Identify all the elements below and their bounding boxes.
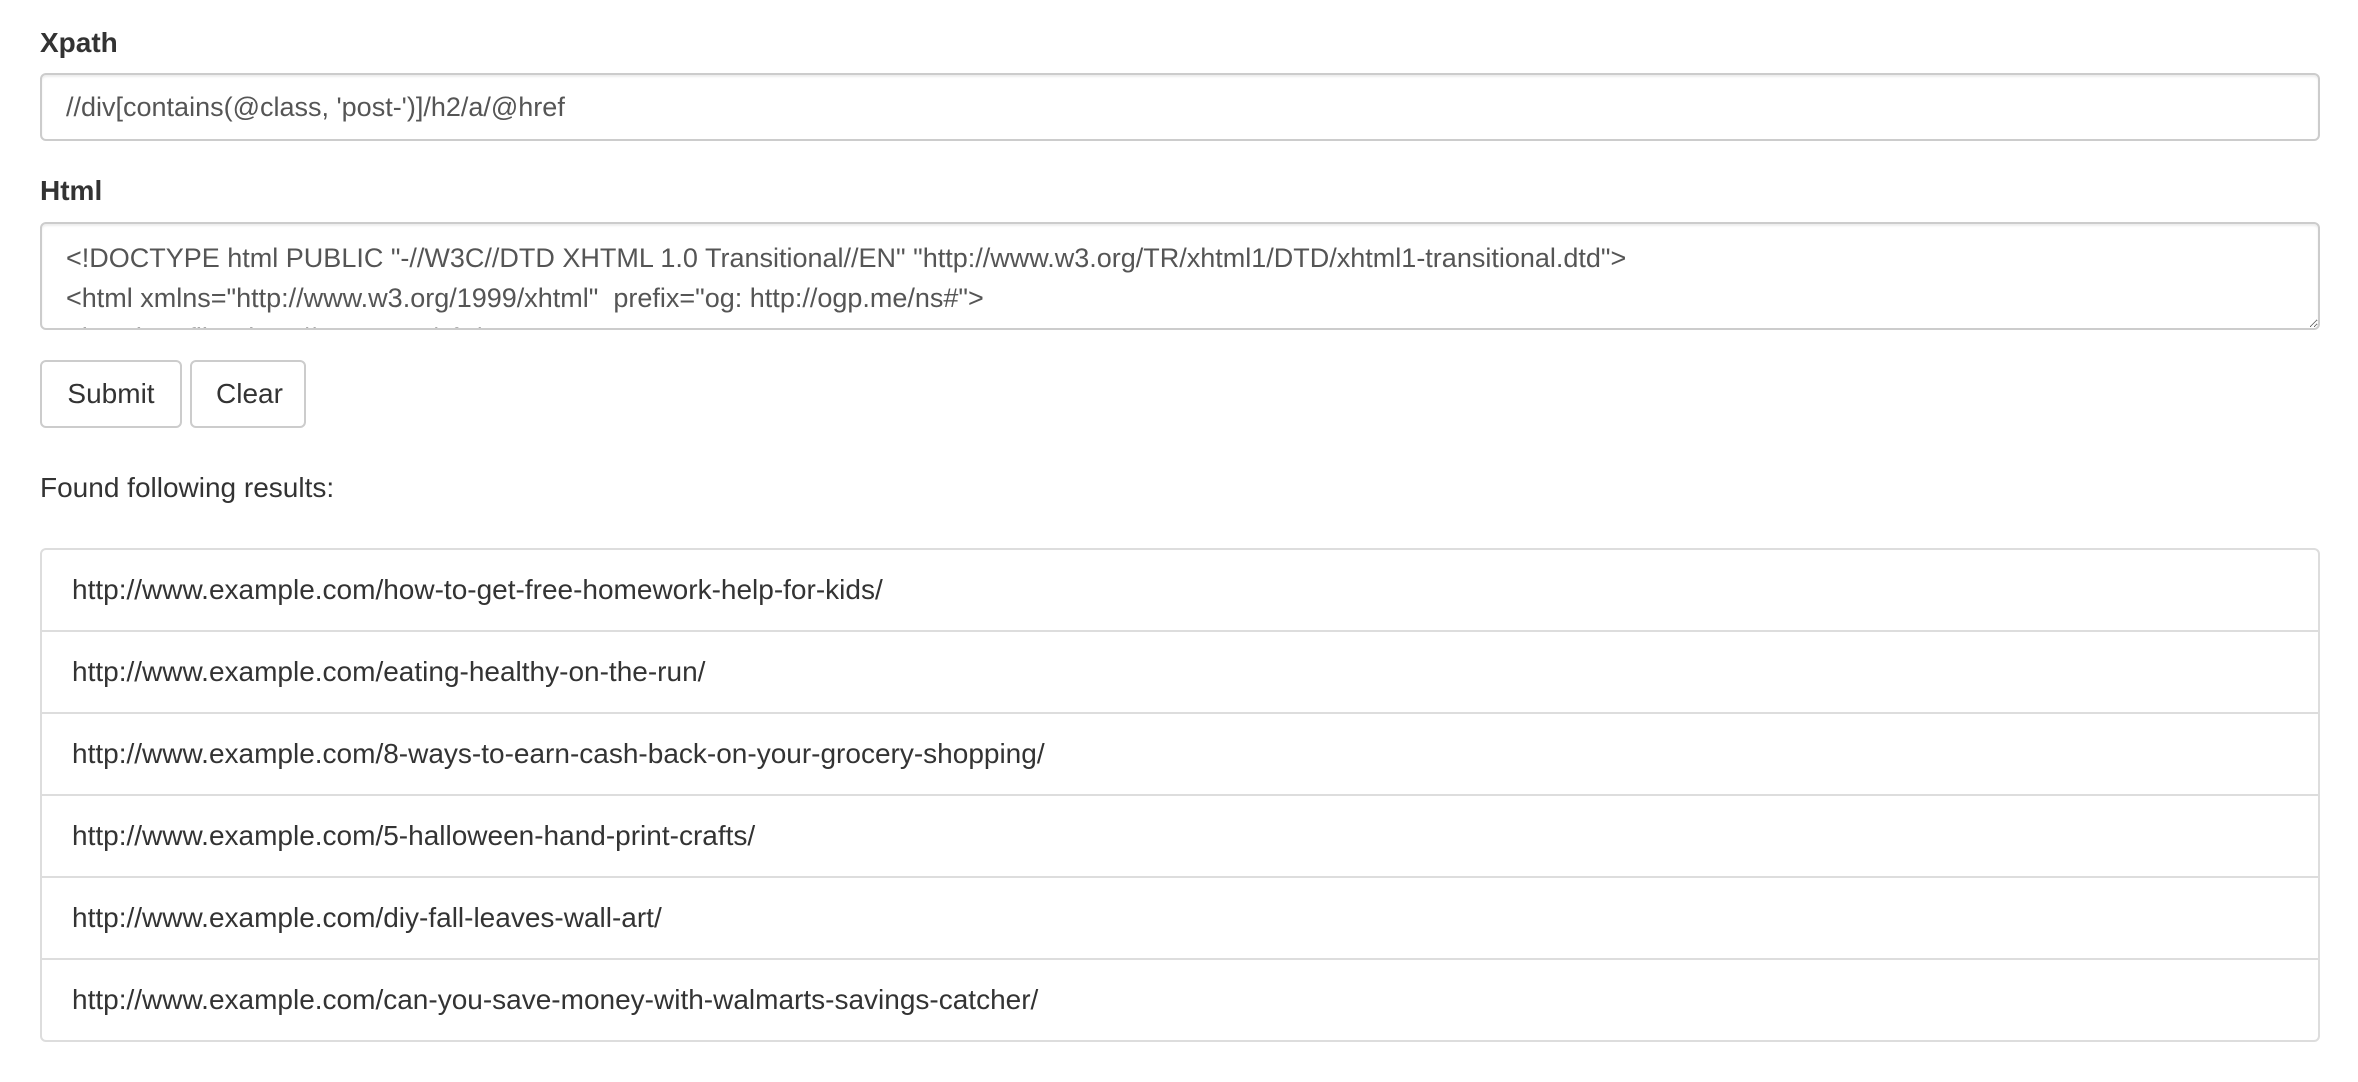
html-textarea[interactable]: <!DOCTYPE html PUBLIC "-//W3C//DTD XHTML… bbox=[40, 222, 2320, 330]
result-item: http://www.example.com/8-ways-to-earn-ca… bbox=[42, 712, 2318, 794]
xpath-input[interactable] bbox=[40, 73, 2320, 141]
clear-button[interactable]: Clear bbox=[190, 360, 306, 428]
result-item: http://www.example.com/eating-healthy-on… bbox=[42, 630, 2318, 712]
results-list: http://www.example.com/how-to-get-free-h… bbox=[40, 548, 2320, 1042]
result-item: http://www.example.com/5-halloween-hand-… bbox=[42, 794, 2318, 876]
xpath-label: Xpath bbox=[40, 27, 118, 58]
result-item: http://www.example.com/diy-fall-leaves-w… bbox=[42, 876, 2318, 958]
submit-button[interactable]: Submit bbox=[40, 360, 182, 428]
html-label: Html bbox=[40, 175, 103, 206]
result-item: http://www.example.com/can-you-save-mone… bbox=[42, 958, 2318, 1040]
results-heading: Found following results: bbox=[40, 472, 335, 503]
result-item: http://www.example.com/how-to-get-free-h… bbox=[72, 574, 883, 605]
